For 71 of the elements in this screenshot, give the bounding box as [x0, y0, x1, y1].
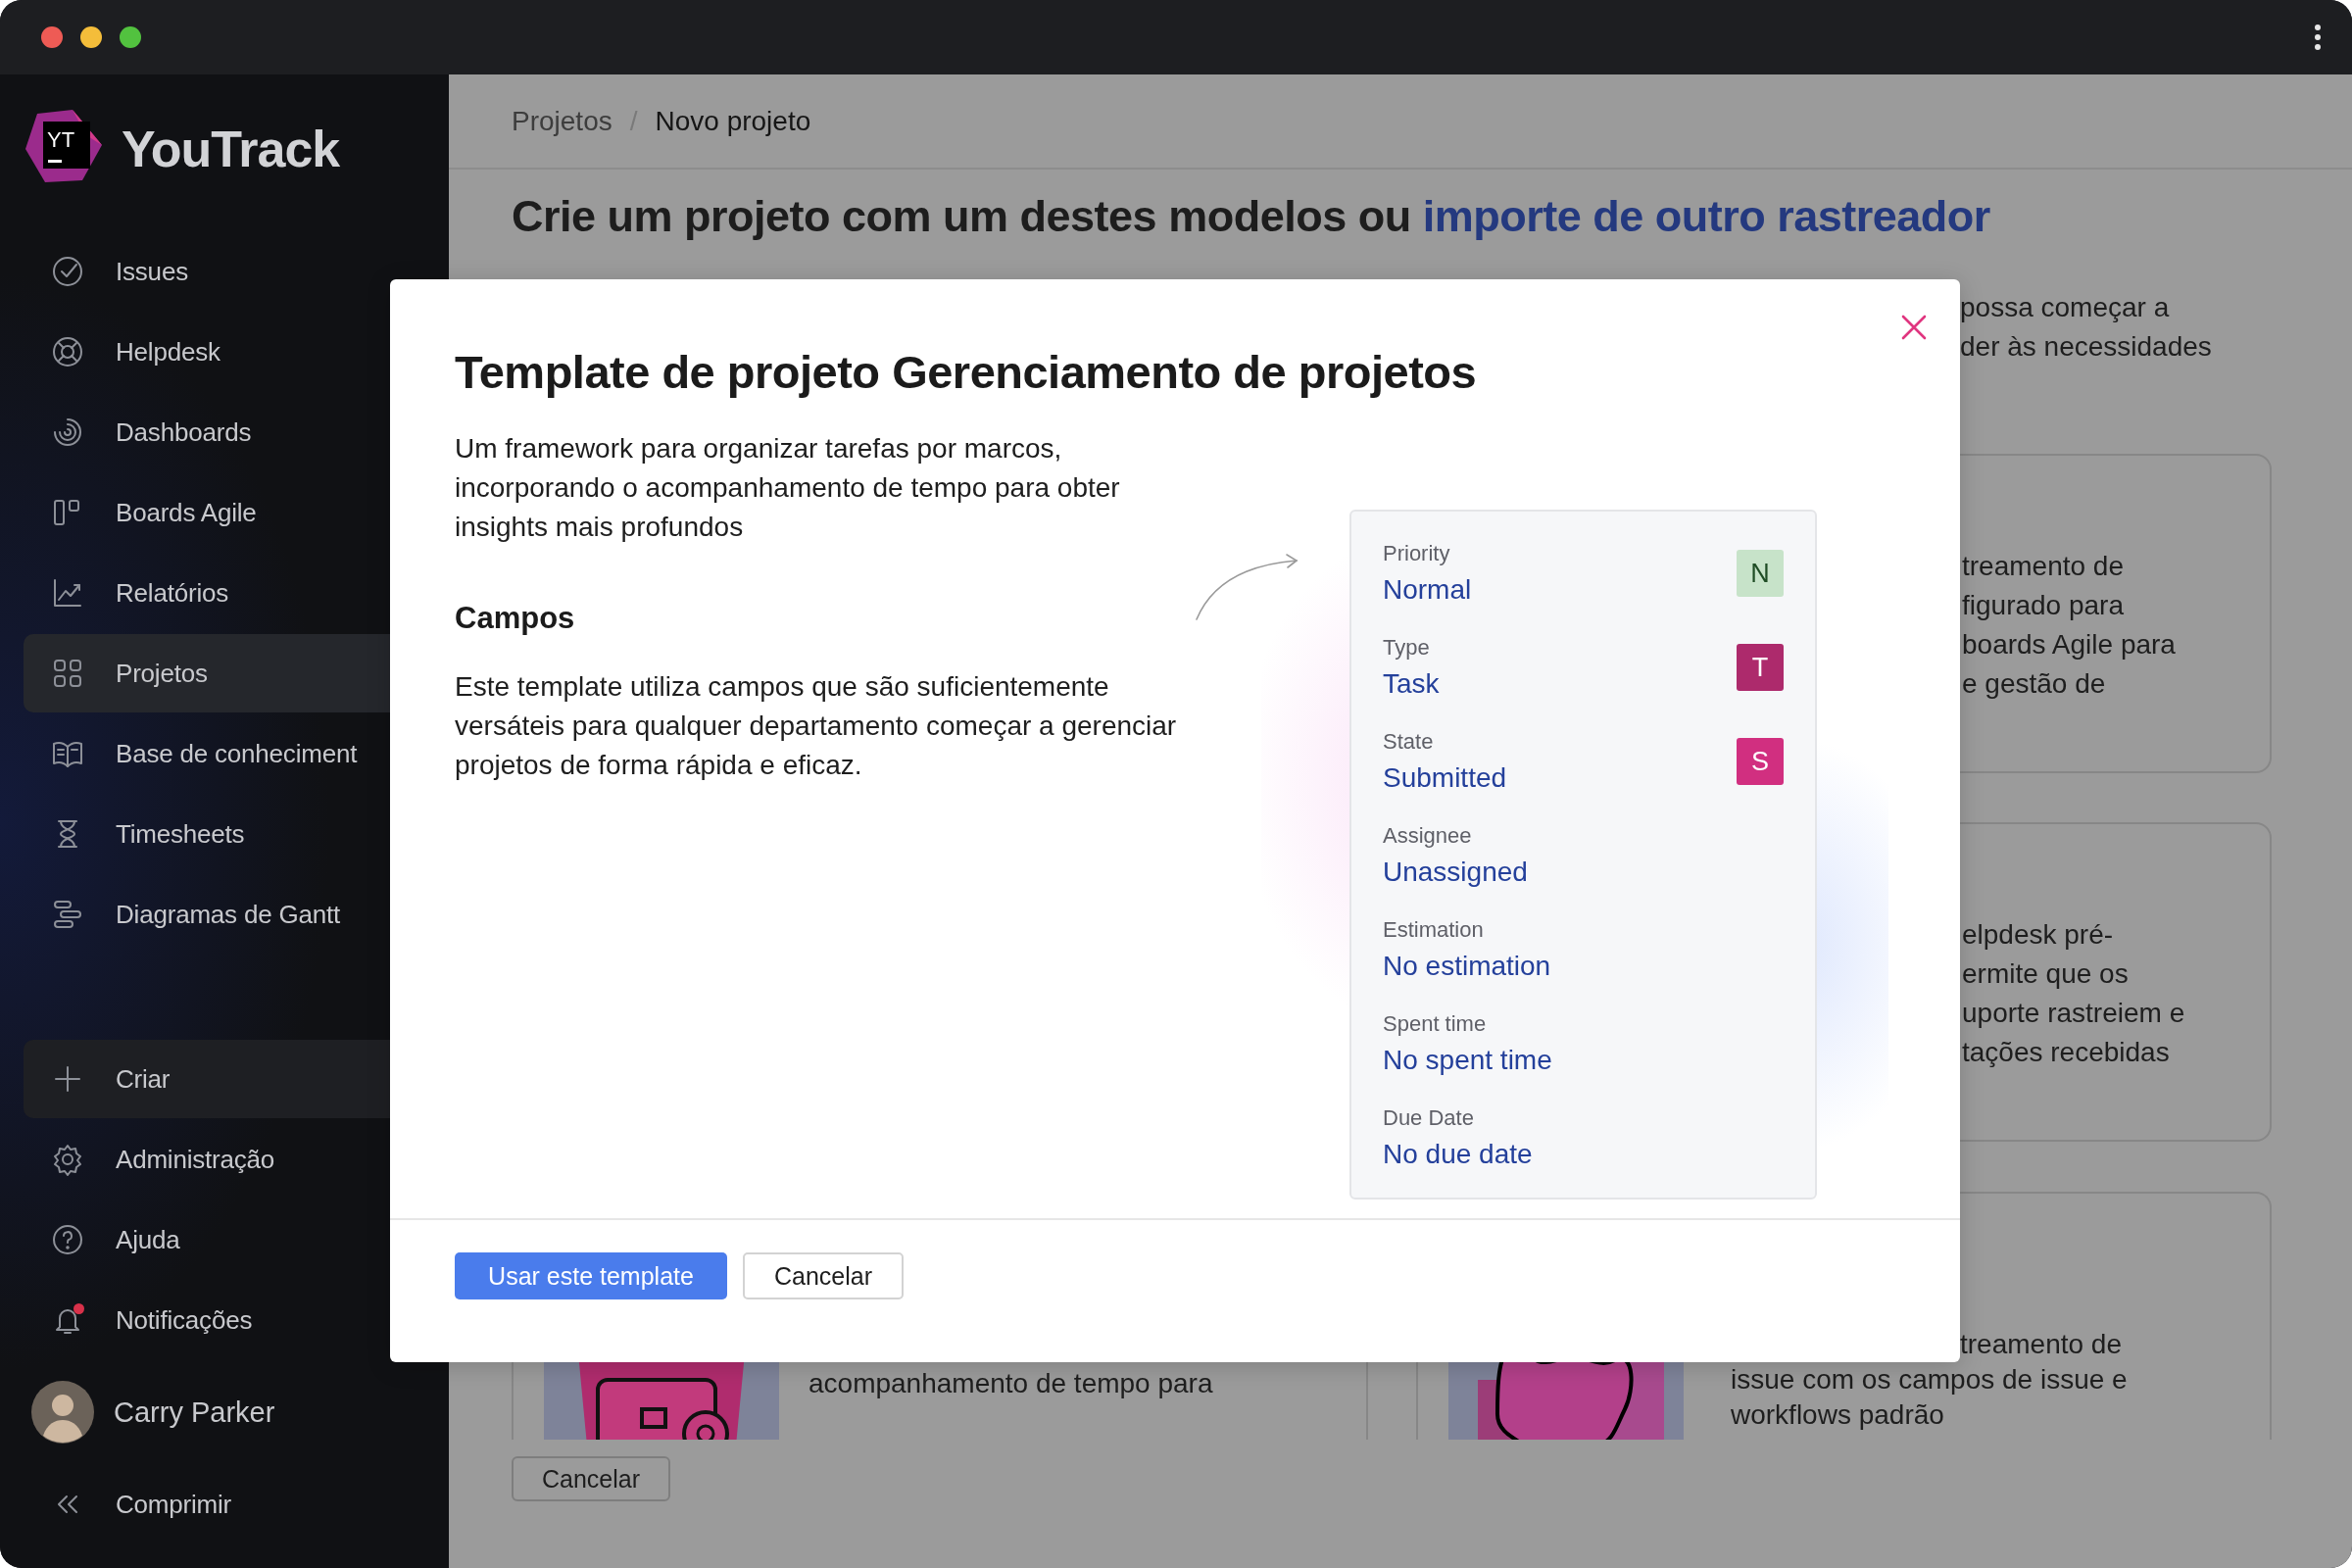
field-value[interactable]: No spent time — [1383, 1043, 1552, 1078]
intro-text: possa começar a — [1960, 291, 2170, 324]
field-value[interactable]: Submitted — [1383, 760, 1507, 796]
dialog-title: Template de projeto Gerenciamento de projetos — [455, 345, 1477, 400]
field-value[interactable]: Unassigned — [1383, 855, 1528, 890]
page-heading: Crie um projeto com um destes modelos ou importe de outro rastreador — [512, 190, 1991, 243]
use-template-button[interactable]: Usar este template — [455, 1252, 727, 1299]
nav-item[interactable]: Ajuda — [24, 1200, 449, 1279]
nav-item[interactable]: Administração — [24, 1120, 449, 1199]
section-text: Este template utiliza campos que são suficientemente versáteis para qualquer departamento começar a gerenciar projetos de forma rápida e eficaz. — [455, 670, 1178, 782]
more-icon[interactable] — [2313, 24, 2323, 51]
card-text: figurado para — [1962, 589, 2124, 622]
section-title: Campos — [455, 600, 576, 637]
field-badge: N — [1737, 550, 1784, 597]
card-text: treamento de — [1960, 1328, 2122, 1361]
dialog-description: Um framework para organizar tarefas por marcos, incorporando o acompanhamento de tempo para obter insights mais profundos — [455, 432, 1121, 544]
card-text: ermite que os — [1962, 957, 2129, 991]
bars-icon — [51, 898, 84, 931]
user-item[interactable]: Carry Parker — [31, 1373, 449, 1451]
arc-icon — [51, 416, 84, 449]
card-text: acompanhamento de tempo para — [808, 1367, 1213, 1400]
card-text: treamento de — [1962, 550, 2124, 583]
card-text: tações recebidas — [1962, 1036, 2170, 1069]
breadcrumb-item[interactable]: Projetos — [512, 105, 612, 137]
nav-item[interactable]: Dashboards — [24, 393, 449, 471]
field-label: Spent time — [1383, 1010, 1487, 1038]
card-text: boards Agile para — [1962, 628, 2176, 662]
field-label: Estimation — [1383, 916, 1484, 944]
gear-icon — [51, 1143, 84, 1176]
chart-icon — [51, 576, 84, 610]
lifebuoy-icon — [51, 335, 84, 368]
minimize-window-button[interactable] — [80, 26, 102, 48]
grid-icon — [51, 657, 84, 690]
field-badge: S — [1737, 738, 1784, 785]
import-link[interactable]: importe de outro rastreador — [1422, 191, 1990, 241]
field-label: State — [1383, 728, 1434, 756]
avatar-icon — [31, 1381, 94, 1444]
breadcrumb-item: Novo projeto — [655, 105, 811, 137]
nav-item[interactable]: Helpdesk — [24, 313, 449, 391]
card-text: uporte rastreiem e — [1962, 997, 2185, 1030]
cancel-button[interactable]: Cancelar — [743, 1252, 904, 1299]
card-text: workflows padrão — [1731, 1398, 1944, 1432]
help-icon — [51, 1223, 84, 1256]
field-value[interactable]: No due date — [1383, 1137, 1533, 1172]
nav-item[interactable]: Boards Agile — [24, 473, 449, 552]
card-text: issue com os campos de issue e — [1731, 1363, 2128, 1396]
nav-item[interactable]: Timesheets — [24, 795, 449, 873]
cancel-button[interactable]: Cancelar — [512, 1456, 670, 1501]
close-window-button[interactable] — [41, 26, 63, 48]
check-circle-icon — [51, 255, 84, 288]
card-text: e gestão de — [1962, 667, 2106, 701]
nav-item[interactable]: Base de conheciment — [24, 714, 449, 793]
breadcrumb-separator: / — [629, 105, 638, 137]
field-label: Due Date — [1383, 1104, 1474, 1132]
nav-item[interactable]: Issues — [24, 232, 449, 311]
field-label: Priority — [1383, 540, 1450, 567]
field-value[interactable]: Normal — [1383, 572, 1472, 608]
card-text: elpdesk pré- — [1962, 918, 2114, 952]
collapse-button[interactable]: Comprimir — [24, 1465, 449, 1544]
nav-item[interactable]: Notificações — [24, 1281, 449, 1359]
nav-item[interactable]: Relatórios — [24, 554, 449, 632]
close-button[interactable] — [1900, 314, 1928, 341]
field-value[interactable]: Task — [1383, 666, 1440, 702]
zoom-window-button[interactable] — [120, 26, 141, 48]
field-label: Assignee — [1383, 822, 1472, 850]
field-value[interactable]: No estimation — [1383, 949, 1551, 984]
intro-text: der às necessidades — [1960, 330, 2212, 364]
field-badge: T — [1737, 644, 1784, 691]
nav-item[interactable]: Diagramas de Gantt — [24, 875, 449, 954]
field-label: Type — [1383, 634, 1430, 662]
brand-name: YouTrack — [122, 120, 340, 178]
